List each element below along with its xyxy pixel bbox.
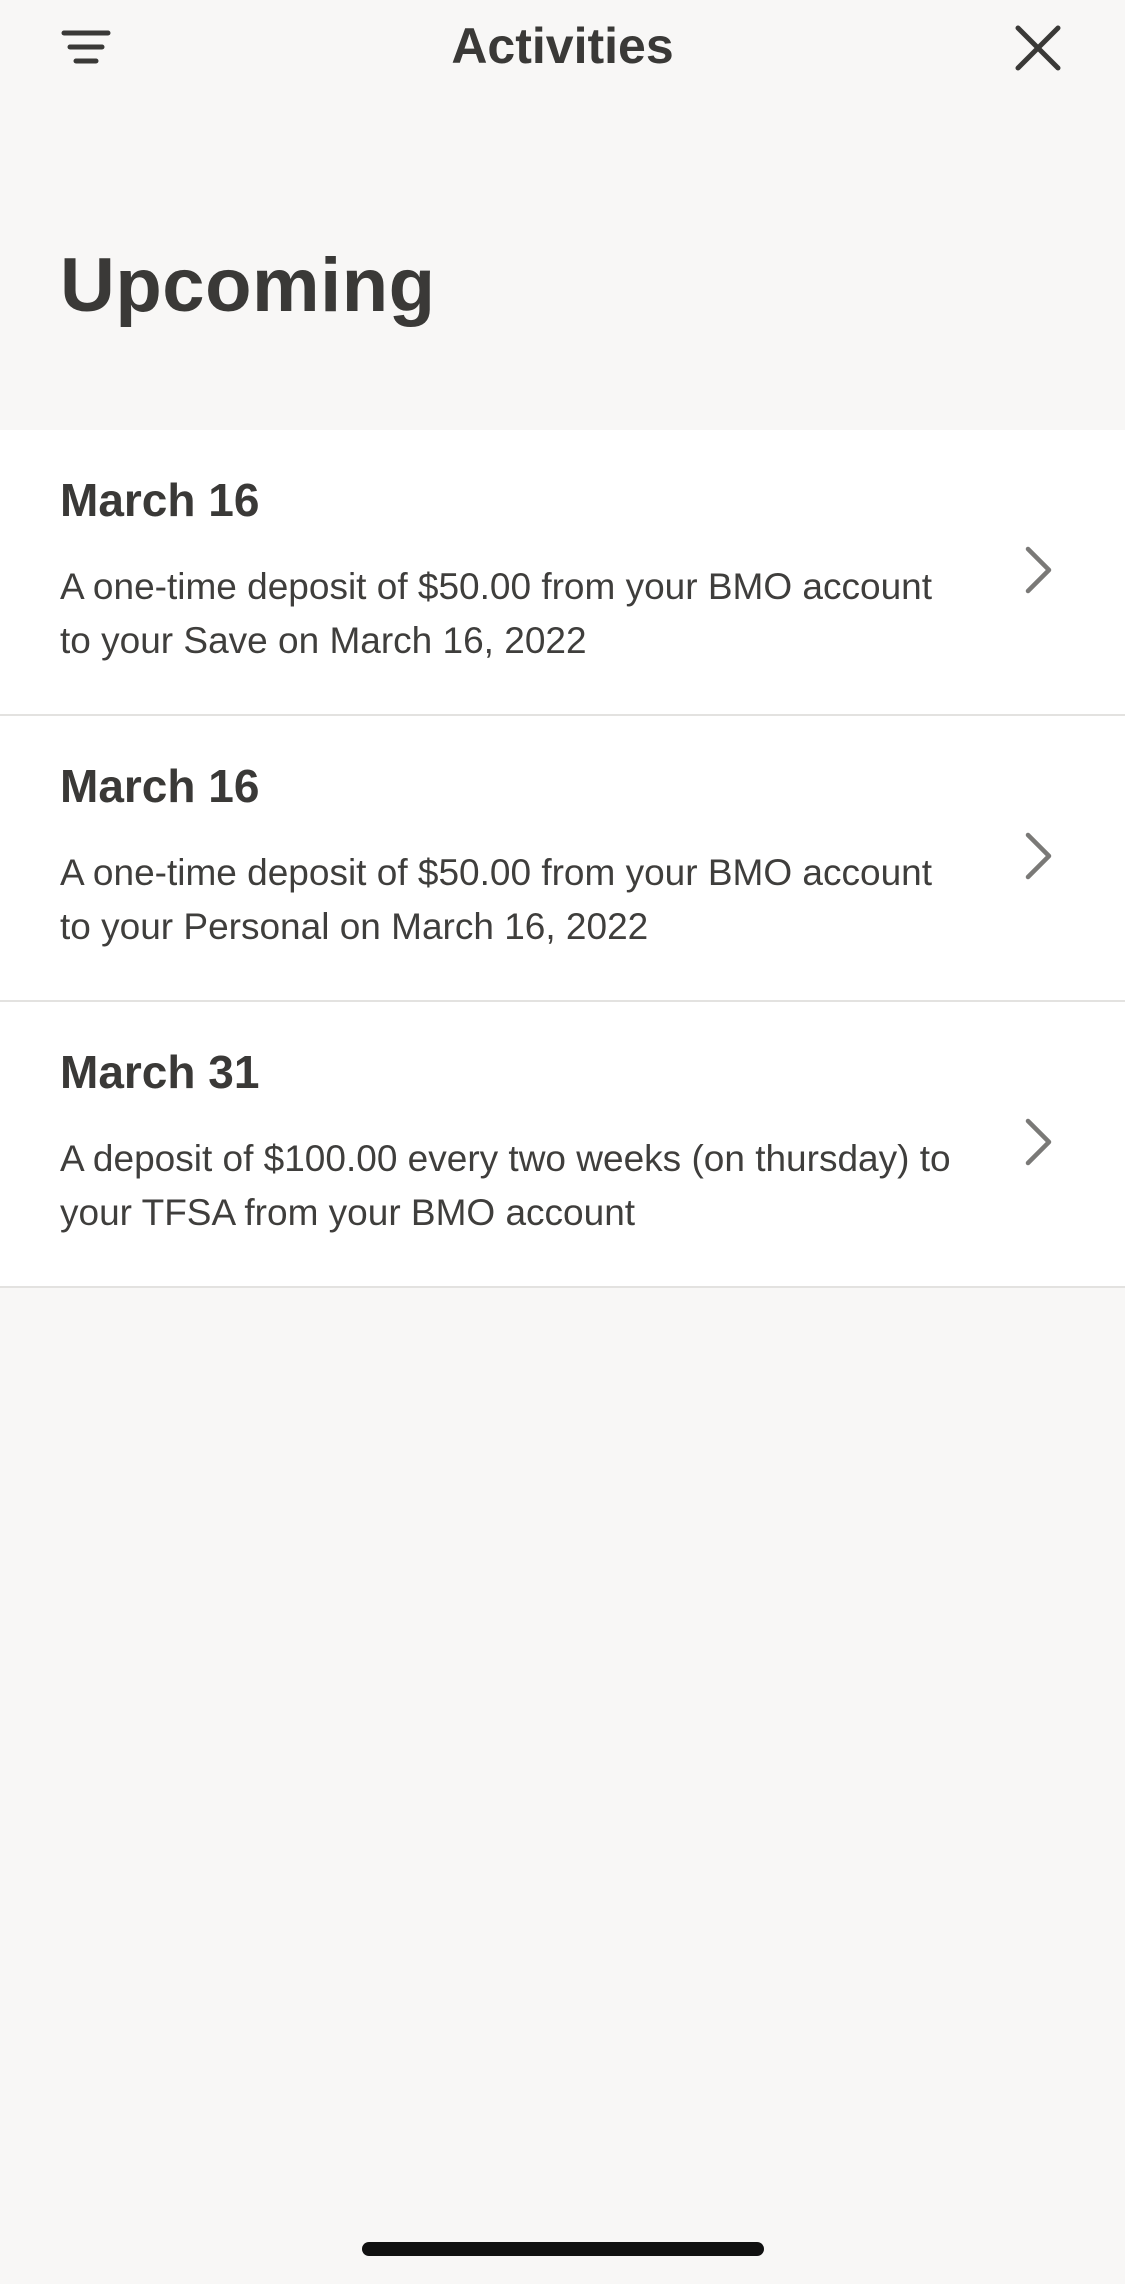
home-indicator[interactable] xyxy=(362,2242,764,2256)
activity-row[interactable]: March 16 A one-time deposit of $50.00 fr… xyxy=(0,430,1125,716)
chevron-right-icon xyxy=(1010,826,1066,886)
chevron-right-icon xyxy=(1010,1112,1066,1172)
section-title: Upcoming xyxy=(60,243,436,328)
top-bar: Activities xyxy=(0,0,1125,100)
chevron-right-icon xyxy=(1010,540,1066,600)
page-title: Activities xyxy=(451,18,674,74)
activity-row[interactable]: March 16 A one-time deposit of $50.00 fr… xyxy=(0,716,1125,1002)
activity-list: March 16 A one-time deposit of $50.00 fr… xyxy=(0,430,1125,1288)
activity-date: March 31 xyxy=(60,1046,260,1098)
activity-date: March 16 xyxy=(60,474,260,526)
activity-date: March 16 xyxy=(60,760,260,812)
activity-row[interactable]: March 31 A deposit of $100.00 every two … xyxy=(0,1002,1125,1288)
close-x-icon xyxy=(1015,25,1061,71)
activity-description: A one-time deposit of $50.00 from your B… xyxy=(60,566,933,661)
activity-description: A one-time deposit of $50.00 from your B… xyxy=(60,852,933,947)
close-button[interactable] xyxy=(988,8,1088,88)
activity-description: A deposit of $100.00 every two weeks (on… xyxy=(60,1138,951,1233)
